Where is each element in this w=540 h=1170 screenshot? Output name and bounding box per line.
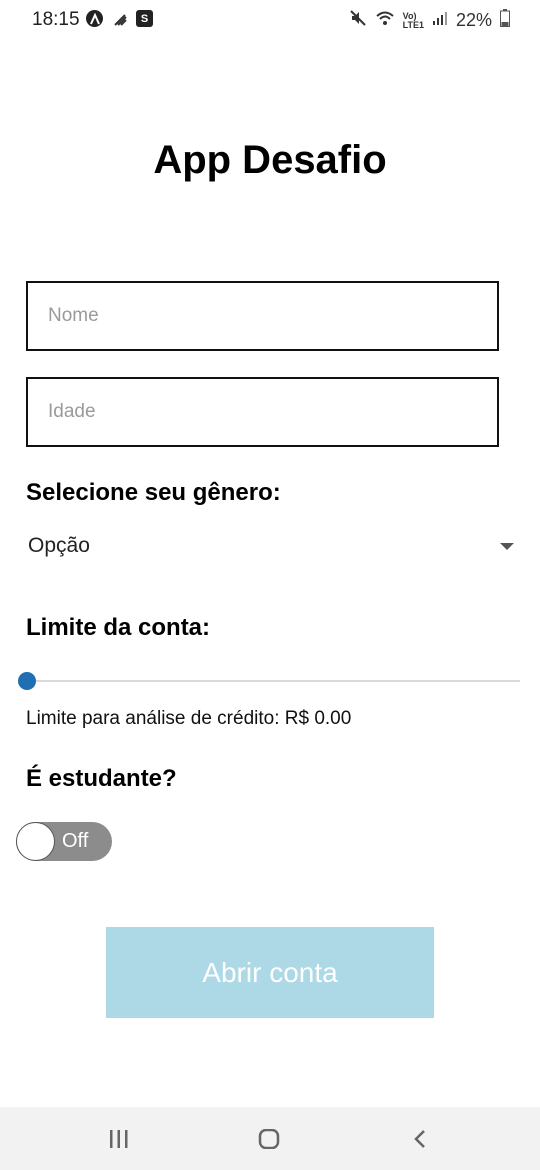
name-input[interactable] [28, 283, 497, 349]
toggle-state-text: Off [62, 830, 89, 852]
battery-icon [500, 9, 510, 32]
toggle-knob [16, 822, 55, 861]
system-nav-bar [0, 1107, 540, 1170]
slider-thumb[interactable] [18, 672, 36, 690]
chevron-down-icon [500, 543, 514, 550]
page-title: App Desafio [153, 138, 387, 182]
limit-slider[interactable] [18, 670, 520, 692]
gender-label: Selecione seu gênero: [26, 479, 281, 506]
gender-picker-value: Opção [28, 534, 90, 557]
battery-text: 22% [455, 10, 492, 30]
mute-icon [349, 9, 367, 32]
network-small-bottom: LTE1 [402, 19, 424, 30]
name-field-container [26, 281, 499, 351]
signal-icon [432, 10, 448, 31]
limit-label: Limite da conta: [26, 614, 211, 641]
age-input[interactable] [28, 379, 497, 445]
gender-picker[interactable]: Opção [26, 526, 520, 568]
status-right-icons: Vo) LTE1 22% [349, 9, 510, 32]
recent-apps-icon[interactable] [108, 1129, 130, 1154]
app-icon [86, 10, 103, 27]
slider-track [28, 680, 520, 682]
wifi-icon [375, 9, 395, 32]
back-icon[interactable] [412, 1129, 428, 1154]
student-toggle[interactable]: Off [16, 822, 112, 861]
limit-text: Limite para análise de crédito: R$ 0.00 [26, 708, 352, 729]
open-account-button[interactable]: Abrir conta [106, 927, 434, 1018]
home-icon[interactable] [258, 1128, 280, 1154]
status-left-icons: S [86, 10, 153, 27]
status-bar: 18:15 S Vo) LTE1 22% [0, 0, 540, 40]
age-field-container [26, 377, 499, 447]
network-type-icon: Vo) LTE1 [402, 11, 424, 30]
signal-bars-icon [111, 10, 128, 27]
student-label: É estudante? [26, 765, 177, 792]
status-time: 18:15 [32, 9, 80, 30]
s-app-icon: S [136, 10, 153, 27]
